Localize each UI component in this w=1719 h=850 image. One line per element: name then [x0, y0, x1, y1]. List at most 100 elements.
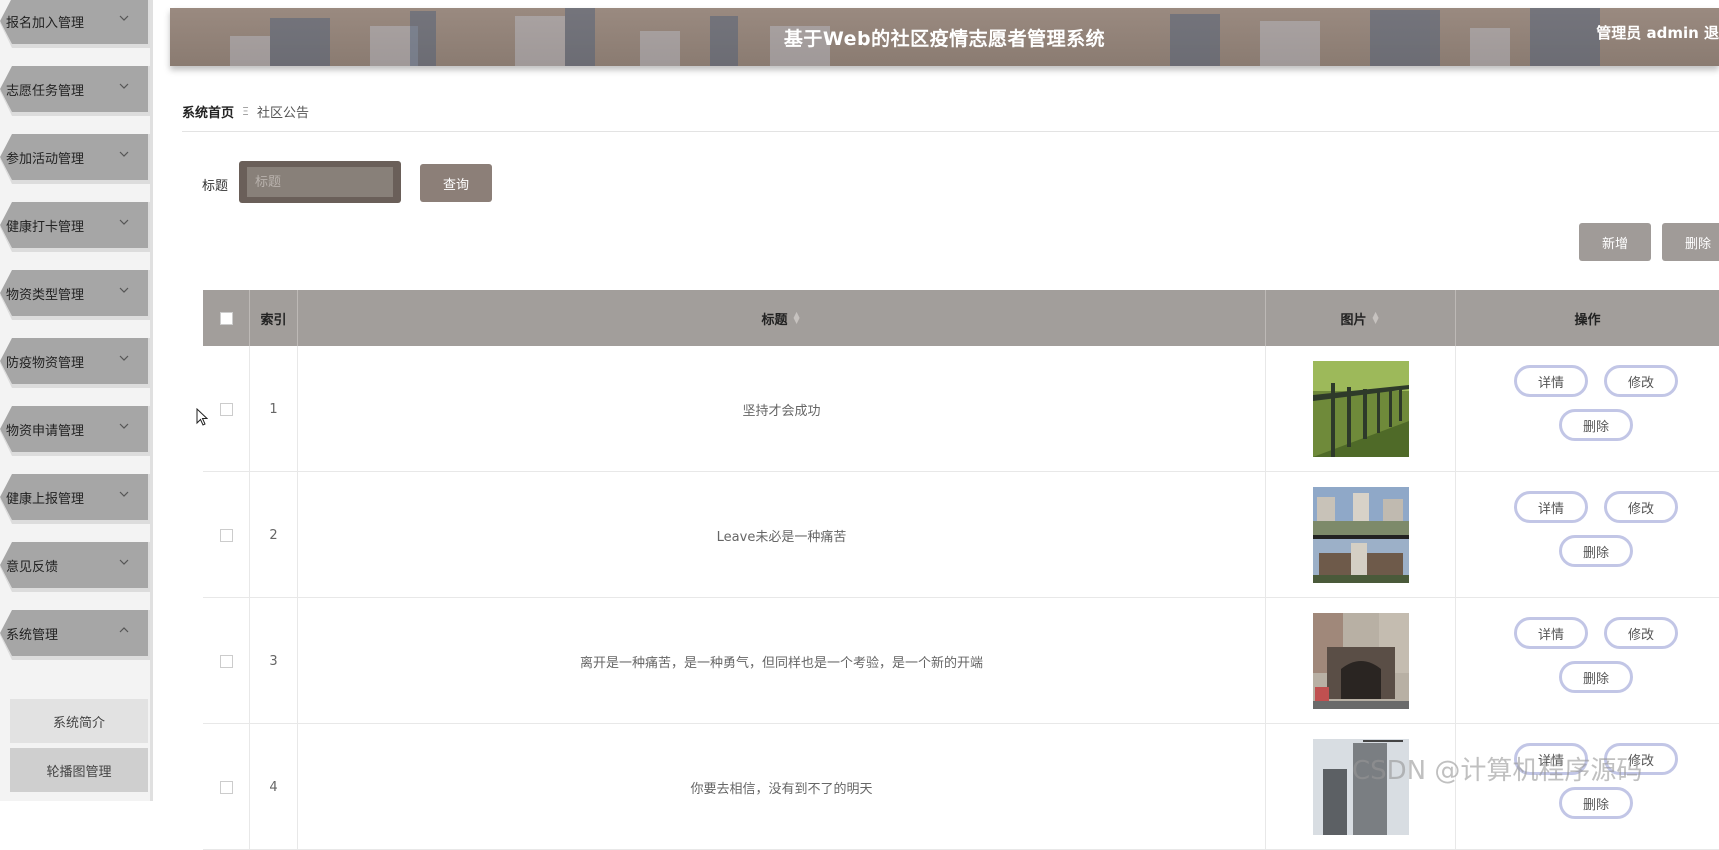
sidebar-item-epidemic-supplies[interactable]: 防疫物资管理	[0, 338, 148, 384]
sidebar-item-label: 报名加入管理	[6, 15, 85, 31]
row-ops-cell: 详情 修改 删除	[1456, 346, 1719, 472]
breadcrumb-home[interactable]: 系统首页	[182, 102, 234, 121]
sidebar-item-label: 参加活动管理	[6, 151, 85, 167]
sidebar-item-signup[interactable]: 报名加入管理	[0, 0, 148, 44]
row-index: 2	[250, 472, 298, 598]
table-header: 索引 标题 ▲ ▼ 图片 ▲ ▼ 操作	[203, 290, 1719, 346]
chevron-down-icon	[119, 15, 129, 21]
sidebar-subitem-label: 轮播图管理	[46, 764, 112, 780]
chevron-down-icon	[119, 219, 129, 225]
header-title-label: 标题	[761, 312, 788, 328]
chevron-down-icon	[119, 287, 129, 293]
breadcrumb-current: 社区公告	[256, 106, 309, 121]
edit-button[interactable]: 修改	[1604, 491, 1678, 523]
row-checkbox[interactable]	[219, 654, 233, 668]
row-image-cell	[1266, 724, 1456, 850]
chevron-down-icon	[119, 491, 129, 497]
table-row: 1 坚持才会成功 详情 修改 删除	[203, 346, 1719, 472]
row-select-cell	[203, 346, 250, 472]
row-index: 3	[250, 598, 298, 724]
chevron-down-icon	[119, 355, 129, 361]
row-ops-cell: 详情 修改 删除	[1456, 598, 1719, 724]
delete-button[interactable]: 删除	[1559, 787, 1633, 819]
row-checkbox[interactable]	[219, 528, 233, 542]
sidebar-item-label: 意见反馈	[6, 559, 59, 575]
delete-button[interactable]: 删除	[1559, 535, 1633, 567]
batch-delete-button[interactable]: 删除	[1662, 223, 1719, 261]
sidebar-item-label: 物资类型管理	[6, 287, 85, 303]
image-placeholder	[1312, 487, 1409, 583]
header-index: 索引	[250, 290, 298, 346]
header-index-label: 索引	[260, 312, 287, 328]
header-image-label: 图片	[1340, 312, 1367, 328]
chevron-down-icon	[119, 559, 129, 565]
row-ops-cell: 详情 修改 删除	[1456, 472, 1719, 598]
sidebar-subitem-label: 系统简介	[52, 715, 105, 731]
divider	[182, 131, 1719, 132]
row-checkbox[interactable]	[219, 780, 233, 794]
mouse-cursor-icon	[196, 408, 208, 426]
search-title-label: 标题	[202, 179, 229, 194]
image-placeholder	[1312, 613, 1409, 709]
community-gate-photo	[1312, 613, 1409, 709]
header-image[interactable]: 图片 ▲ ▼	[1266, 290, 1456, 346]
edit-button[interactable]: 修改	[1604, 617, 1678, 649]
row-checkbox[interactable]	[219, 402, 233, 416]
sidebar-item-health-reports[interactable]: 健康上报管理	[0, 474, 148, 520]
chevron-down-icon	[119, 151, 129, 157]
watermark: CSDN @计算机程序源码	[1352, 756, 1643, 786]
chevron-down-icon	[119, 423, 129, 429]
search-input-wrapper	[239, 161, 401, 203]
sidebar-item-health-checkin[interactable]: 健康打卡管理	[0, 202, 148, 248]
row-select-cell	[203, 472, 250, 598]
delete-button[interactable]: 删除	[1559, 661, 1633, 693]
sidebar-subitem-carousel[interactable]: 轮播图管理	[10, 748, 148, 792]
table-row: 4 你要去相信，没有到不了的明天 详情 修改 删除	[203, 724, 1719, 850]
detail-button[interactable]: 详情	[1514, 491, 1588, 523]
breadcrumb-separator-icon: Ξ	[242, 105, 249, 118]
row-title: Leave未必是一种痛苦	[298, 472, 1266, 598]
sidebar-item-system[interactable]: 系统管理	[0, 610, 148, 656]
row-select-cell	[203, 724, 250, 850]
sort-icon[interactable]: ▲ ▼	[1373, 311, 1381, 325]
sidebar: 报名加入管理 志愿任务管理 参加活动管理 健康打卡管理 物资类型管理 防疫物资管…	[0, 0, 153, 801]
sidebar-item-supply-types[interactable]: 物资类型管理	[0, 270, 148, 316]
detail-button[interactable]: 详情	[1514, 365, 1588, 397]
row-image-cell	[1266, 472, 1456, 598]
sidebar-subitem-intro[interactable]: 系统简介	[10, 699, 148, 743]
sidebar-item-supply-requests[interactable]: 物资申请管理	[0, 406, 148, 452]
table-row: 2 Leave未必是一种痛苦 详情 修改 删除	[203, 472, 1719, 598]
sidebar-item-label: 健康打卡管理	[6, 219, 85, 235]
row-index: 1	[250, 346, 298, 472]
select-all-checkbox[interactable]	[219, 311, 233, 325]
row-ops-cell: 详情 修改 删除	[1456, 724, 1719, 850]
add-button[interactable]: 新增	[1579, 223, 1651, 261]
row-title: 坚持才会成功	[298, 346, 1266, 472]
row-image-cell	[1266, 598, 1456, 724]
image-placeholder	[1312, 361, 1409, 457]
sort-icon[interactable]: ▲ ▼	[794, 311, 802, 325]
row-index: 4	[250, 724, 298, 850]
top-header: 基于Web的社区疫情志愿者管理系统 管理员 admin 退	[170, 8, 1719, 66]
chevron-down-icon	[119, 83, 129, 89]
edit-button[interactable]: 修改	[1604, 365, 1678, 397]
sidebar-item-label: 系统管理	[6, 627, 59, 643]
sidebar-item-tasks[interactable]: 志愿任务管理	[0, 66, 148, 112]
table-row: 3 离开是一种痛苦，是一种勇气，但同样也是一个考验，是一个新的开端 详情 修改 …	[203, 598, 1719, 724]
sidebar-item-activities[interactable]: 参加活动管理	[0, 134, 148, 180]
app-title: 基于Web的社区疫情志愿者管理系统	[783, 28, 1106, 50]
header-select-cell	[203, 290, 250, 346]
header-title[interactable]: 标题 ▲ ▼	[298, 290, 1266, 346]
detail-button[interactable]: 详情	[1514, 617, 1588, 649]
building-complex-photo	[1312, 487, 1409, 583]
sidebar-item-label: 志愿任务管理	[6, 83, 85, 99]
sidebar-item-feedback[interactable]: 意见反馈	[0, 542, 148, 588]
query-button[interactable]: 查询	[420, 164, 492, 202]
sidebar-item-label: 健康上报管理	[6, 491, 85, 507]
sidebar-item-label: 物资申请管理	[6, 423, 85, 439]
search-title-input[interactable]	[247, 167, 393, 197]
admin-user-label[interactable]: 管理员 admin 退	[1596, 22, 1719, 43]
delete-button[interactable]: 删除	[1559, 409, 1633, 441]
fence-lawn-photo	[1312, 361, 1409, 457]
row-title: 离开是一种痛苦，是一种勇气，但同样也是一个考验，是一个新的开端	[298, 598, 1266, 724]
